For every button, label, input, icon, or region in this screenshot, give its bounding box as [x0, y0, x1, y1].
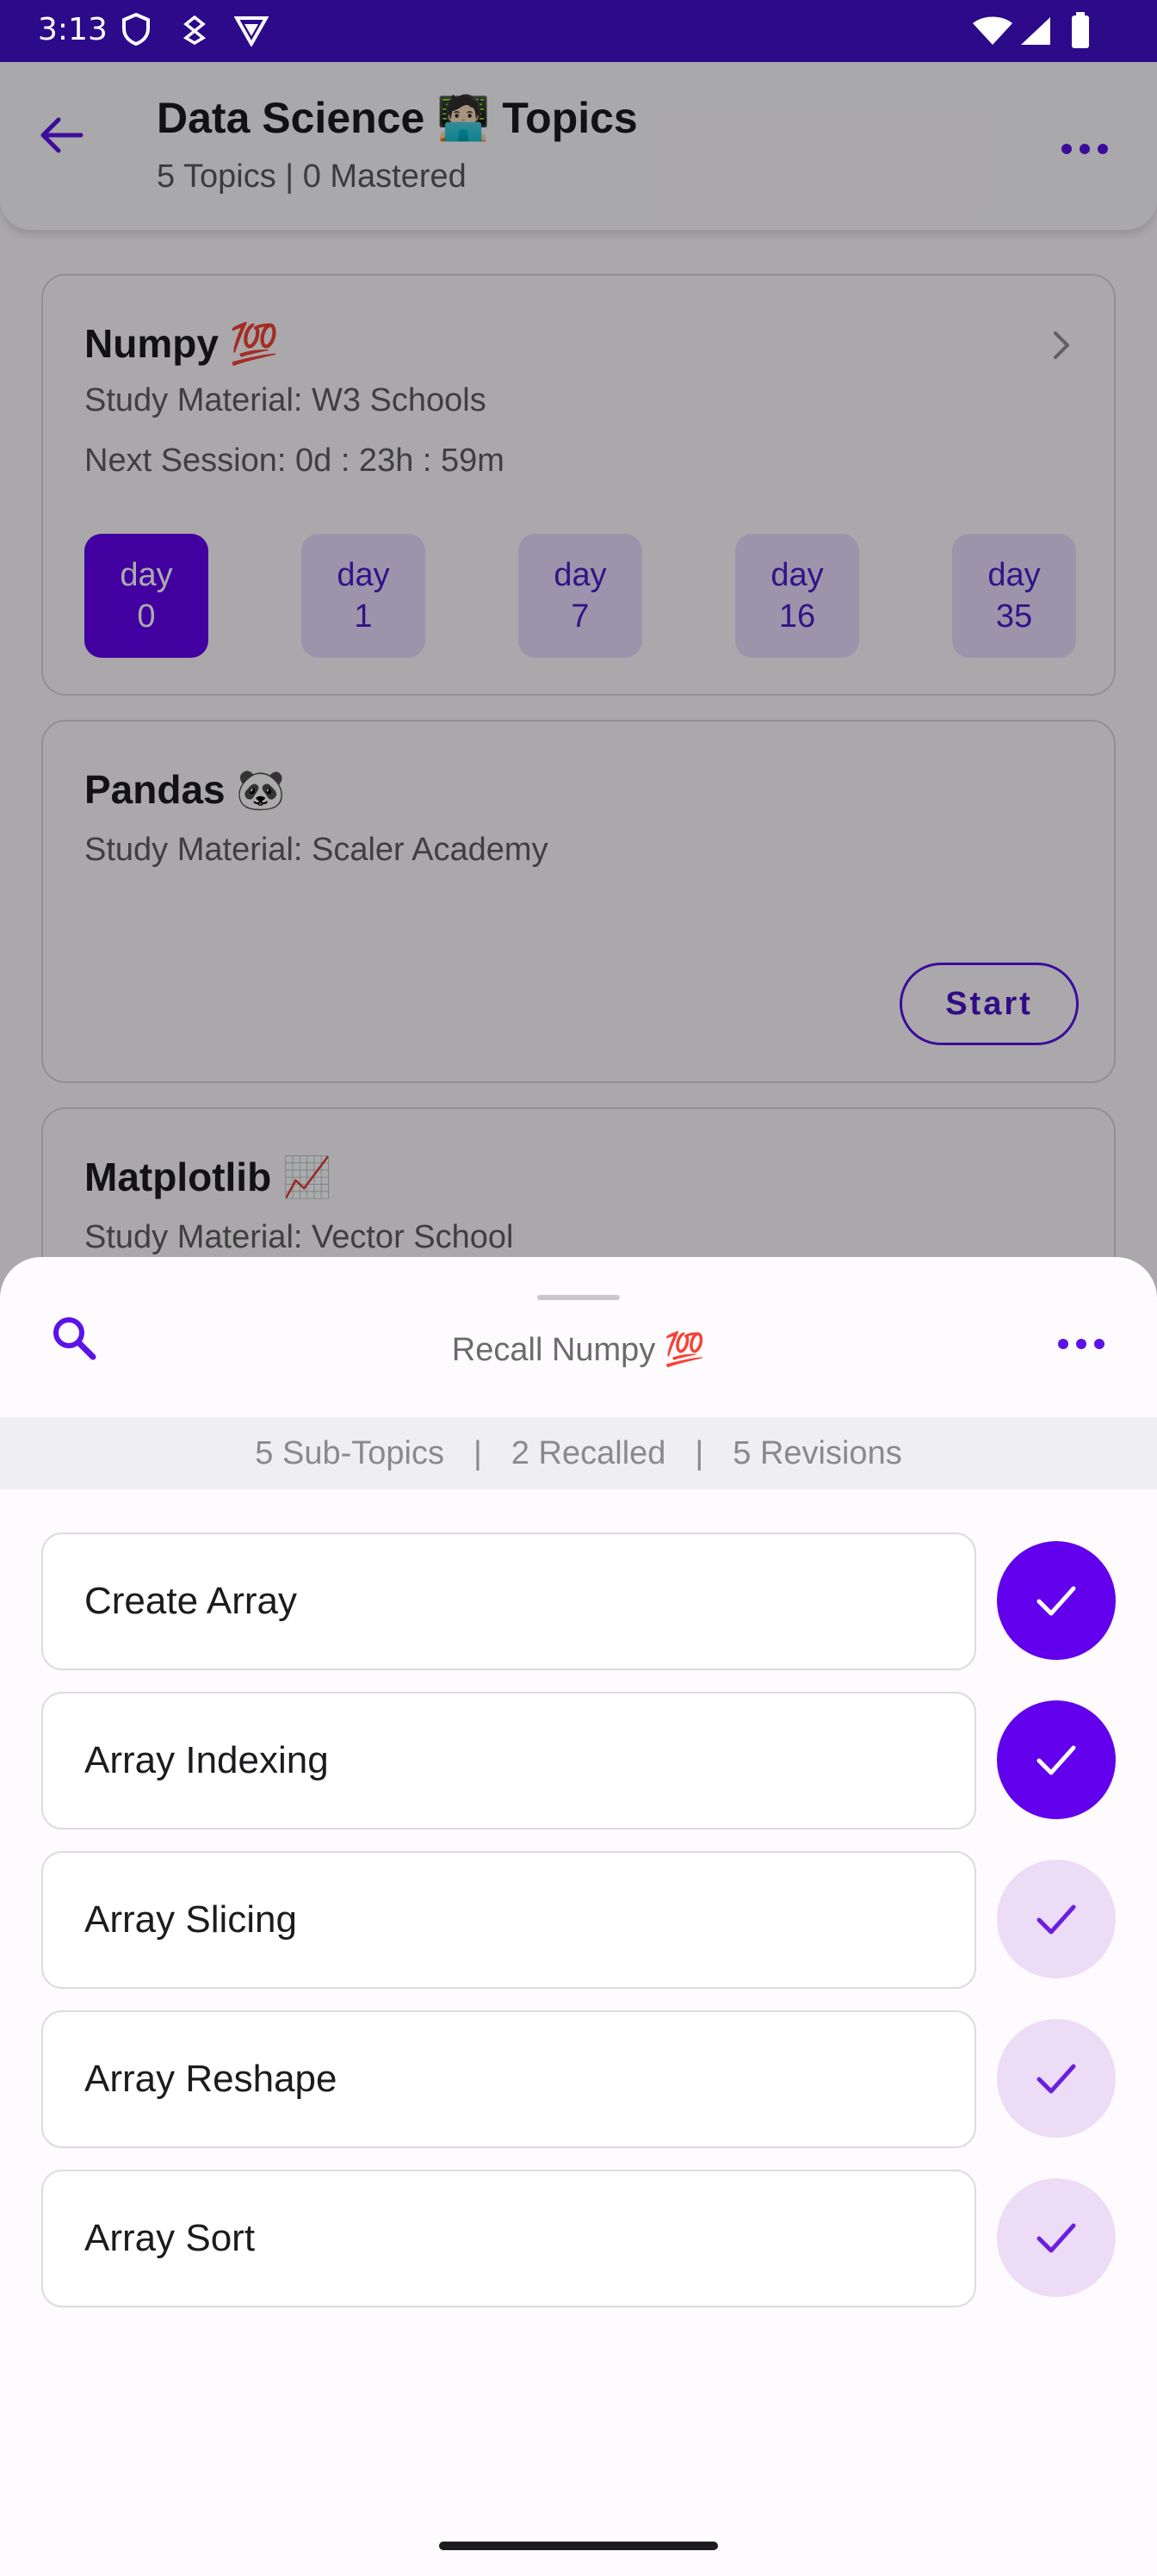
- check-icon: [1036, 2064, 1076, 2094]
- recall-stats: 5 Sub-Topics | 2 Recalled | 5 Revisions: [0, 1417, 1157, 1489]
- subtopic-row: Create Array: [41, 1533, 1116, 1670]
- subtopic-field[interactable]: Array Slicing: [41, 1851, 976, 1989]
- recall-check-button[interactable]: [997, 2019, 1116, 2138]
- more-options-icon[interactable]: [1057, 1338, 1105, 1354]
- subtopic-field[interactable]: Create Array: [41, 1533, 976, 1670]
- shield-icon: [121, 12, 152, 51]
- battery-icon: [1071, 12, 1090, 53]
- subtopic-row: Array Slicing: [41, 1851, 1116, 1989]
- wifi-icon: [971, 15, 1014, 51]
- subtopic-field[interactable]: Array Sort: [41, 2170, 976, 2307]
- home-gesture-handle[interactable]: [439, 2542, 718, 2550]
- drag-handle[interactable]: [537, 1295, 620, 1300]
- subtopic-row: Array Reshape: [41, 2010, 1116, 2148]
- recall-check-button[interactable]: [997, 2178, 1116, 2297]
- check-icon: [1036, 1904, 1076, 1935]
- subtopic-label: Array Reshape: [84, 2058, 337, 2100]
- subtopic-label: Array Slicing: [84, 1898, 297, 1941]
- subtopic-field[interactable]: Array Reshape: [41, 2010, 976, 2148]
- check-icon: [1036, 1586, 1076, 1616]
- recall-check-button[interactable]: [997, 1541, 1116, 1660]
- stat-subtopics: 5 Sub-Topics: [255, 1435, 444, 1471]
- check-icon: [1036, 2223, 1076, 2253]
- cast-icon: [181, 15, 208, 49]
- check-icon: [1036, 1745, 1076, 1775]
- recall-check-button[interactable]: [997, 1700, 1116, 1819]
- subtopic-row: Array Sort: [41, 2170, 1116, 2307]
- status-time: 3:13: [38, 12, 108, 47]
- subtopic-field[interactable]: Array Indexing: [41, 1692, 976, 1830]
- stat-recalled: 2 Recalled: [510, 1435, 666, 1471]
- sheet-title: Recall Numpy 💯: [451, 1332, 706, 1368]
- subtopic-row: Array Indexing: [41, 1692, 1116, 1830]
- recall-bottom-sheet: Recall Numpy 💯 5 Sub-Topics | 2 Recalled | 5…: [0, 1257, 1157, 2514]
- subtopic-label: Array Sort: [84, 2217, 256, 2259]
- subtopic-label: Array Indexing: [84, 1739, 329, 1781]
- stat-revisions: 5 Revisions: [733, 1435, 902, 1471]
- status-bar: 3:13: [0, 0, 1157, 62]
- vpn-icon: [233, 14, 269, 51]
- signal-icon: [1019, 15, 1052, 51]
- system-nav-bar: [0, 2514, 1157, 2576]
- subtopic-label: Create Array: [84, 1580, 297, 1622]
- recall-check-button[interactable]: [997, 1860, 1116, 1978]
